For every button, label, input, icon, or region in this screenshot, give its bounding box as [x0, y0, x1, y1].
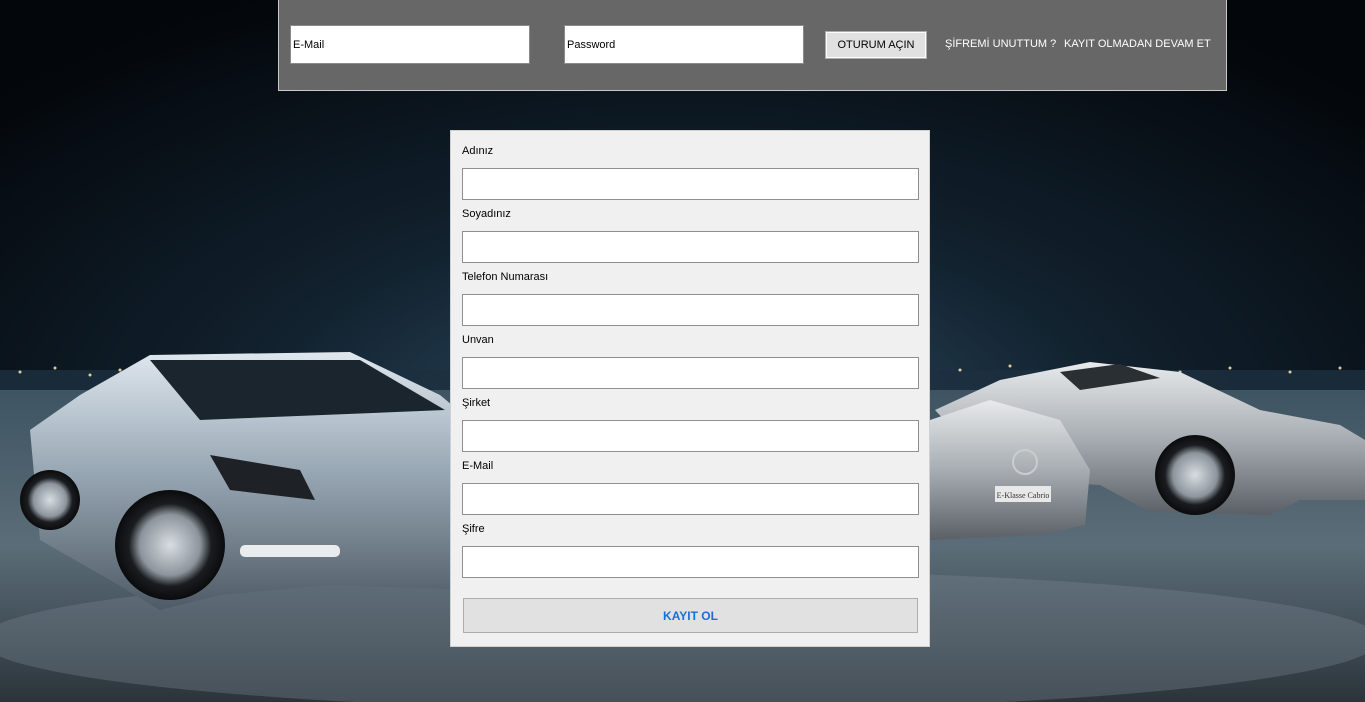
login-password-input[interactable]: [564, 25, 804, 64]
license-plate-text: E-Klasse Cabrio: [997, 491, 1050, 500]
title-input[interactable]: [462, 357, 919, 389]
last-name-label: Soyadınız: [462, 208, 511, 220]
password-label: Şifre: [462, 523, 485, 535]
login-email-input[interactable]: [290, 25, 530, 64]
email-label: E-Mail: [462, 460, 494, 472]
password-input[interactable]: [462, 546, 919, 578]
login-button[interactable]: OTURUM AÇIN: [825, 31, 927, 59]
last-name-input[interactable]: [462, 231, 919, 263]
forgot-password-link[interactable]: ŞİFREMİ UNUTTUM ?: [945, 38, 1056, 50]
title-label: Unvan: [462, 334, 494, 346]
first-name-label: Adınız: [462, 145, 494, 157]
register-form: Adınız Soyadınız Telefon Numarası Unvan …: [450, 130, 930, 647]
first-name-input[interactable]: [462, 168, 919, 200]
company-input[interactable]: [462, 420, 919, 452]
phone-input[interactable]: [462, 294, 919, 326]
register-button[interactable]: KAYIT OL: [463, 598, 918, 633]
login-bar: OTURUM AÇIN ŞİFREMİ UNUTTUM ? KAYIT OLMA…: [278, 0, 1227, 91]
continue-without-register-link[interactable]: KAYIT OLMADAN DEVAM ET: [1064, 38, 1211, 50]
phone-label: Telefon Numarası: [462, 271, 549, 283]
company-label: Şirket: [462, 397, 491, 409]
email-input[interactable]: [462, 483, 919, 515]
